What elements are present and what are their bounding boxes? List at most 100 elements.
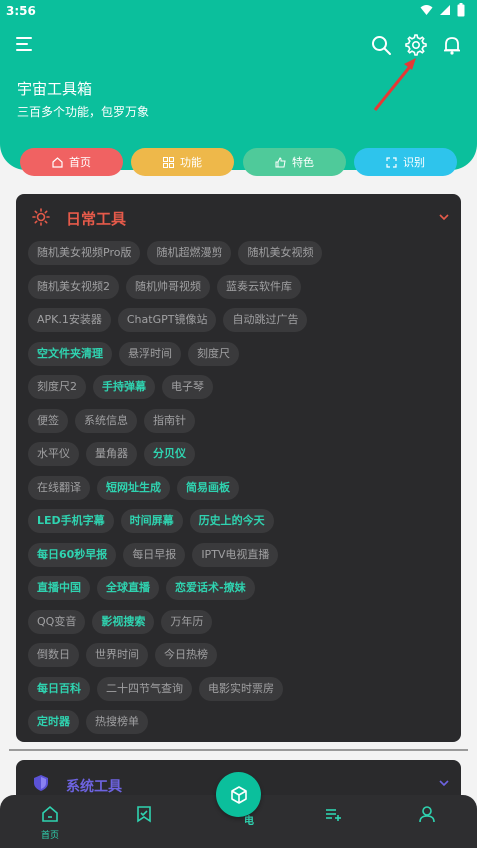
tool-tag[interactable]: 万年历: [161, 609, 213, 634]
tool-tag[interactable]: 在线翻译: [28, 475, 90, 500]
chevron-down-icon[interactable]: [439, 778, 449, 788]
tool-tag[interactable]: 随机美女视频2: [28, 274, 119, 299]
tag-row: LED手机字幕 时间屏幕 历史上的今天: [28, 509, 452, 533]
tab-function-label: 功能: [180, 156, 202, 169]
tool-tag[interactable]: 手持弹幕: [93, 375, 155, 399]
tool-tag[interactable]: APK.1安装器: [28, 308, 111, 332]
tag-row: 随机美女视频2 随机帅哥视频 蓝奏云软件库: [28, 274, 452, 299]
tool-tag[interactable]: 分贝仪: [144, 442, 195, 466]
wifi-icon: [420, 5, 433, 15]
tool-tag[interactable]: 电影实时票房: [199, 676, 283, 701]
tool-tag[interactable]: 影视搜索: [92, 609, 155, 634]
tool-tag[interactable]: 自动跳过广告: [223, 308, 308, 332]
cube-icon: [230, 785, 247, 804]
tool-tag[interactable]: 便签: [28, 408, 68, 433]
tag-row: QQ变音 影视搜索 万年历: [28, 609, 452, 634]
tool-tag[interactable]: 直播中国: [28, 576, 90, 600]
search-icon[interactable]: [370, 34, 392, 56]
tag-row: 倒数日 世界时间 今日热榜: [28, 643, 452, 667]
tag-row: 每日60秒早报 每日早报 IPTV电视直播: [28, 542, 452, 567]
tool-tag[interactable]: 刻度尺2: [28, 375, 86, 399]
tab-function[interactable]: 功能: [131, 148, 234, 176]
tab-home-label: 首页: [69, 156, 91, 169]
tab-home[interactable]: 首页: [20, 148, 123, 176]
tool-tag[interactable]: QQ变音: [28, 609, 86, 634]
shield-icon: [34, 775, 48, 791]
tool-tag[interactable]: 倒数日: [28, 643, 79, 667]
tool-tag[interactable]: 随机美女视频: [238, 241, 323, 265]
tool-tag[interactable]: 时间屏幕: [120, 509, 183, 533]
tool-tag[interactable]: 量角器: [86, 442, 137, 466]
daily-tools-card: 日常工具 随机美女视频Pro版 随机超燃漫剪 随机美女视频 随机美女视频2 随机帅哥视频…: [16, 194, 461, 742]
tool-tag[interactable]: 随机美女视频Pro版: [28, 241, 141, 265]
tab-recognize[interactable]: 识别: [354, 148, 457, 176]
tag-row: 水平仪 量角器 分贝仪: [28, 442, 452, 466]
bottom-nav-home-label: 首页: [40, 831, 59, 841]
tool-tag[interactable]: 恋爱话术-撩妹: [166, 576, 255, 600]
tool-tag[interactable]: 随机超燃漫剪: [147, 241, 232, 265]
annotation-arrow: [373, 58, 416, 111]
bottom-nav-favorites[interactable]: [124, 805, 164, 827]
tool-tag[interactable]: LED手机字幕: [28, 509, 114, 533]
bottom-nav-playlist[interactable]: [313, 805, 353, 827]
tag-row: 便签 系统信息 指南针: [28, 408, 452, 433]
bottom-nav-home[interactable]: 首页: [30, 805, 70, 841]
menu-button[interactable]: [16, 37, 36, 55]
tag-row: APK.1安装器 ChatGPT镜像站 自动跳过广告: [28, 308, 452, 332]
tool-tag[interactable]: IPTV电视直播: [192, 542, 279, 567]
center-fab-button[interactable]: [216, 772, 261, 817]
tab-feature[interactable]: 特色: [243, 148, 346, 176]
tab-feature-label: 特色: [292, 156, 314, 169]
app-subtitle: 三百多个功能，包罗万象: [17, 105, 150, 119]
section-divider: [9, 749, 468, 751]
tag-row: 在线翻译 短网址生成 简易画板: [28, 475, 452, 500]
tool-tag[interactable]: 空文件夹清理: [28, 341, 112, 366]
tool-tag[interactable]: 今日热榜: [155, 643, 217, 667]
tab-recognize-label: 识别: [403, 156, 425, 169]
tool-tag[interactable]: 系统信息: [75, 408, 137, 433]
tool-tag[interactable]: 每日60秒早报: [28, 542, 117, 567]
tool-tag[interactable]: 全球直播: [97, 576, 159, 600]
status-time: 3:56: [6, 4, 36, 18]
bookmark-check-icon: [137, 806, 151, 823]
tool-tag[interactable]: 短网址生成: [97, 475, 170, 500]
tool-tag[interactable]: 水平仪: [28, 442, 79, 466]
tag-row: 空文件夹清理 悬浮时间 刻度尺: [28, 341, 452, 366]
tag-row: 定时器 热搜榜单: [28, 710, 452, 734]
tag-row: 直播中国 全球直播 恋爱话术-撩妹: [28, 576, 452, 600]
tag-row: 每日百科 二十四节气查询 电影实时票房: [28, 676, 452, 701]
tool-tag[interactable]: 热搜榜单: [86, 710, 148, 734]
system-tools-title: 系统工具: [66, 779, 122, 795]
tag-row: 随机美女视频Pro版 随机超燃漫剪 随机美女视频: [28, 241, 452, 265]
tool-tag[interactable]: 悬浮时间: [119, 341, 181, 366]
user-icon: [419, 806, 435, 823]
grid-icon: [163, 156, 174, 168]
nav-tabs: 首页 功能 特色 识别: [20, 148, 457, 176]
bell-icon[interactable]: [441, 34, 463, 56]
thumbs-up-icon: [275, 156, 286, 167]
chevron-down-icon[interactable]: [439, 212, 449, 222]
status-bar: 3:56: [0, 0, 477, 22]
home-icon: [42, 805, 58, 822]
tool-tag[interactable]: 世界时间: [86, 643, 148, 667]
tool-tag[interactable]: 刻度尺: [188, 341, 239, 366]
home-icon: [52, 156, 63, 168]
tool-tag[interactable]: 每日百科: [28, 676, 90, 701]
tool-tag[interactable]: 随机帅哥视频: [126, 274, 210, 299]
status-icons: [420, 3, 465, 17]
tool-tag[interactable]: 每日早报: [123, 542, 186, 567]
tool-tags: 随机美女视频Pro版 随机超燃漫剪 随机美女视频 随机美女视频2 随机帅哥视频 蓝奏云软件…: [28, 241, 452, 744]
bottom-nav-profile[interactable]: [407, 805, 447, 827]
tool-tag[interactable]: 电子琴: [162, 375, 213, 399]
tool-tag[interactable]: 二十四节气查询: [97, 676, 192, 701]
gear-icon[interactable]: [405, 34, 427, 56]
sun-icon: [32, 208, 50, 226]
scan-icon: [386, 156, 397, 168]
tool-tag[interactable]: 蓝奏云软件库: [217, 274, 301, 299]
tool-tag[interactable]: ChatGPT镜像站: [117, 308, 217, 332]
tool-tag[interactable]: 历史上的今天: [189, 509, 274, 533]
signal-icon: [440, 5, 450, 15]
tool-tag[interactable]: 简易画板: [177, 475, 239, 500]
tool-tag[interactable]: 指南针: [144, 408, 195, 433]
tool-tag[interactable]: 定时器: [28, 710, 79, 734]
